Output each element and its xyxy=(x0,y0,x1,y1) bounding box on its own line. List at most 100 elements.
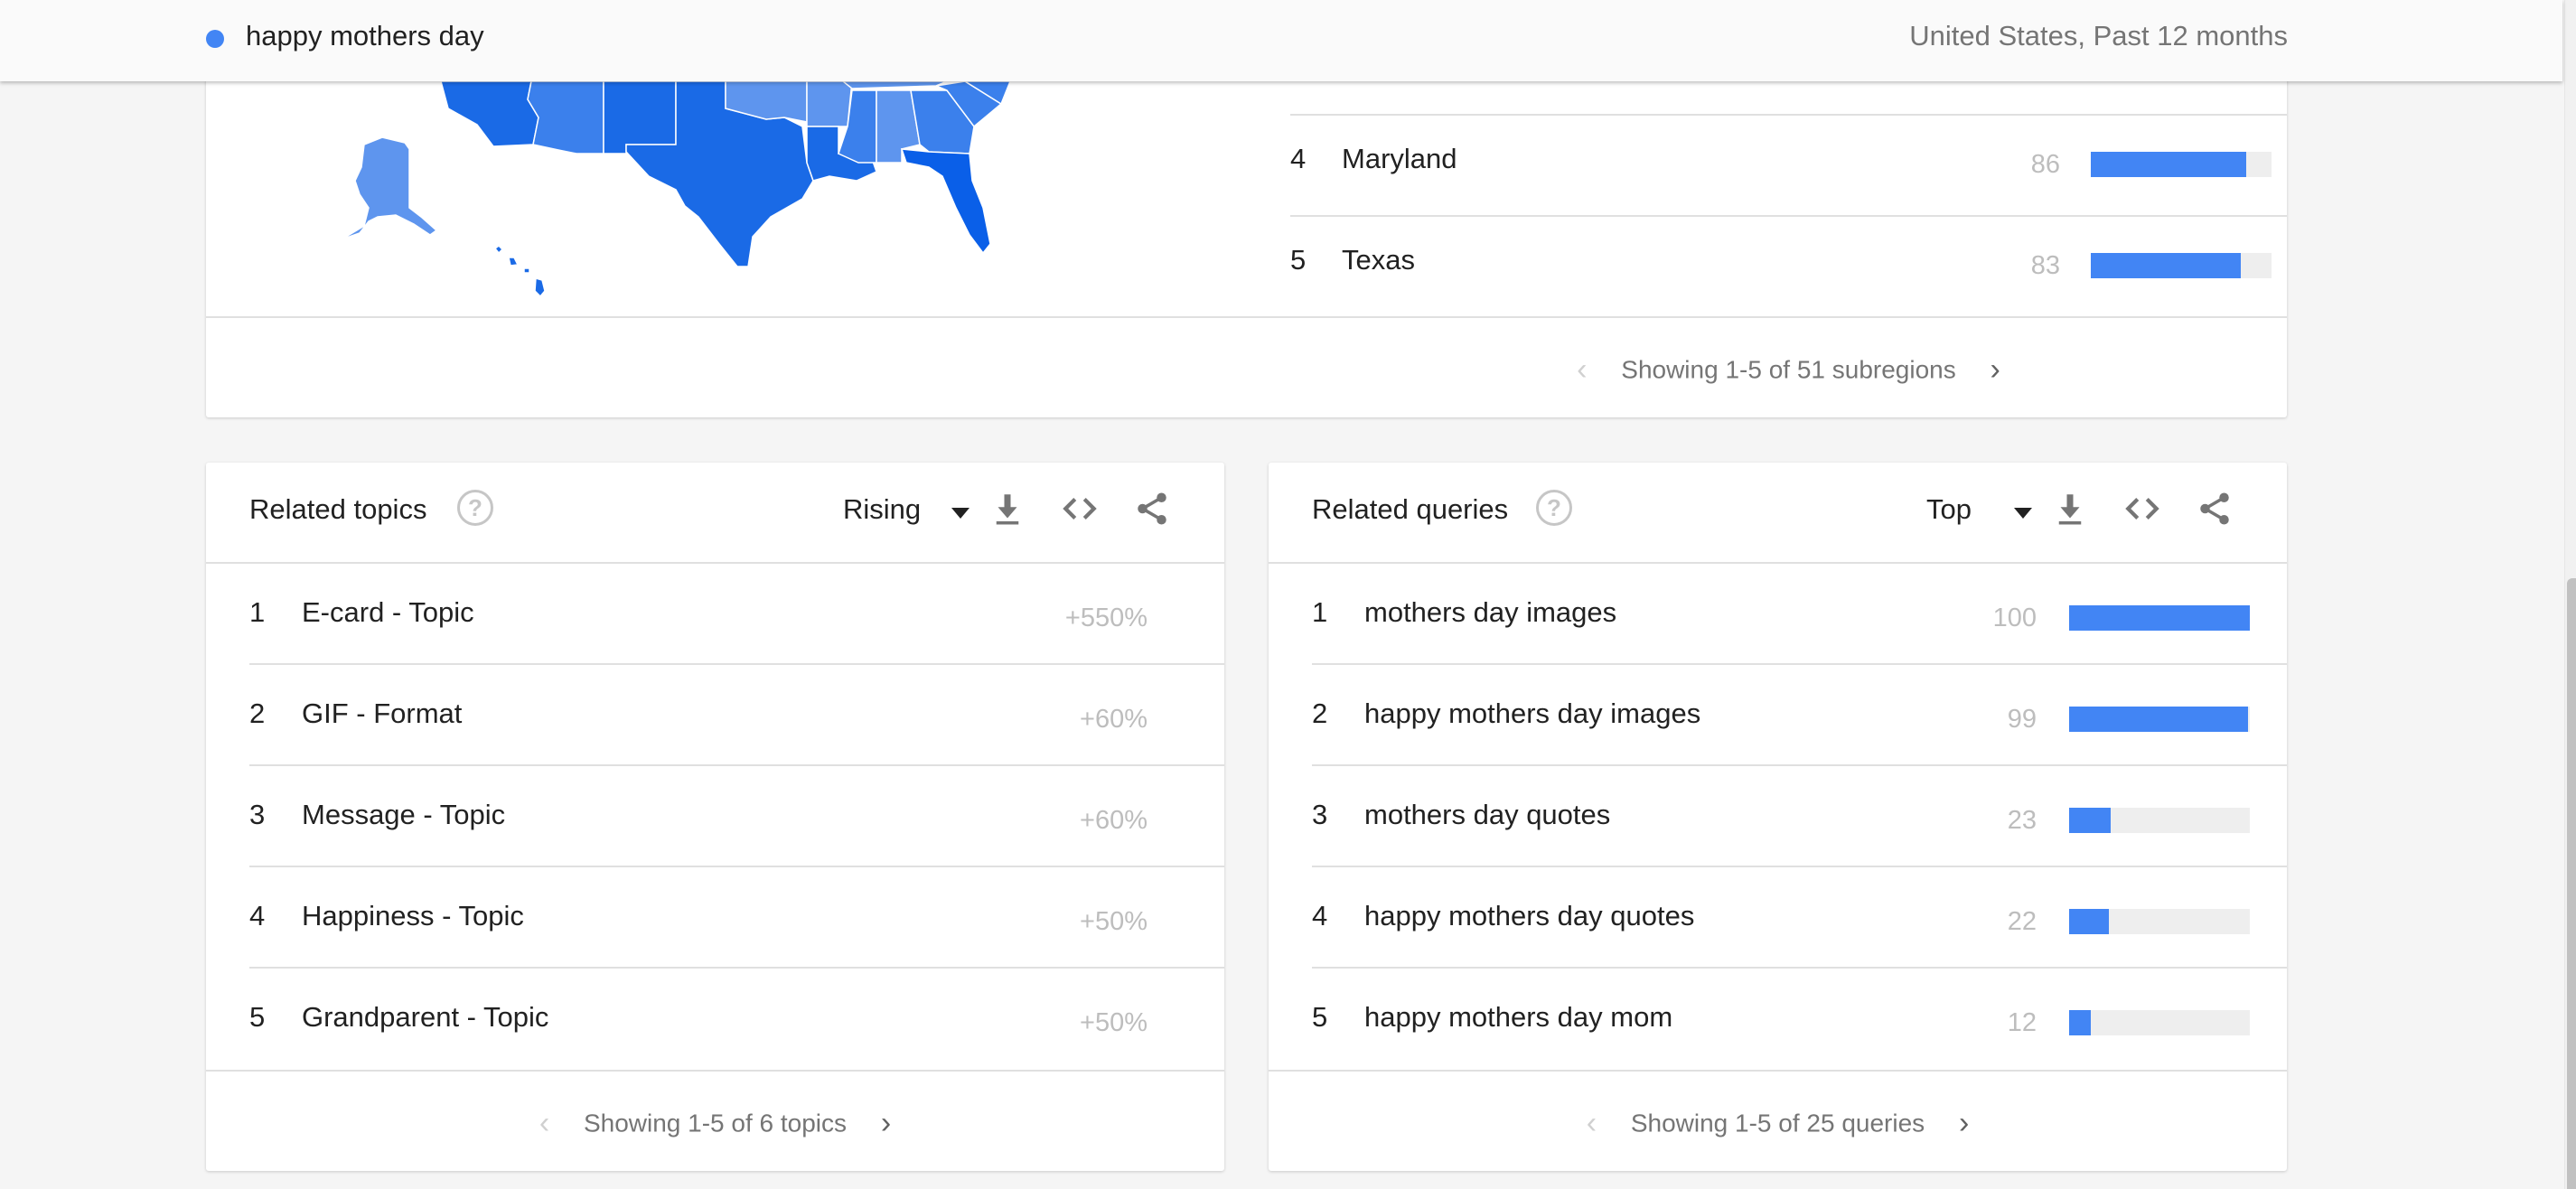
query-row[interactable]: 2 happy mothers day images 99 xyxy=(1269,665,2287,764)
embed-code-icon[interactable] xyxy=(2123,490,2161,528)
subregion-pager: ‹ Showing 1-5 of 51 subregions › xyxy=(1290,352,2287,388)
row-name[interactable]: Happiness - Topic xyxy=(302,900,524,932)
topic-row[interactable]: 3 Message - Topic +60% xyxy=(206,766,1224,866)
row-value: 86 xyxy=(2030,150,2060,179)
row-value: 83 xyxy=(2030,251,2060,280)
value-bar-fill xyxy=(2091,253,2241,278)
row-name[interactable]: Message - Topic xyxy=(302,799,505,831)
row-value: 100 xyxy=(1992,604,2037,632)
subregion-row[interactable]: 5 Texas 83 xyxy=(1290,217,2287,316)
interest-by-subregion-card: 4 Maryland 86 5 Texas 83 ‹ Showing 1-5 o… xyxy=(206,36,2287,417)
search-term-label[interactable]: happy mothers day xyxy=(246,20,484,52)
subregion-row[interactable]: 4 Maryland 86 xyxy=(1290,116,2287,215)
row-name[interactable]: happy mothers day mom xyxy=(1364,1001,1672,1034)
card-title: Related topics xyxy=(249,493,427,525)
row-name[interactable]: Grandparent - Topic xyxy=(302,1001,548,1034)
value-bar xyxy=(2069,1010,2250,1035)
topic-row[interactable]: 1 E-card - Topic +550% xyxy=(206,564,1224,663)
pager-prev-icon[interactable]: ‹ xyxy=(539,1106,549,1141)
topic-row[interactable]: 2 GIF - Format +60% xyxy=(206,665,1224,764)
row-rank: 3 xyxy=(1312,799,1328,830)
row-value: 12 xyxy=(2007,1008,2037,1037)
row-name[interactable]: GIF - Format xyxy=(302,697,462,730)
row-name[interactable]: mothers day images xyxy=(1364,596,1616,629)
divider xyxy=(1269,1070,2287,1072)
download-icon[interactable] xyxy=(2051,490,2089,528)
subregion-list: 4 Maryland 86 5 Texas 83 xyxy=(1290,36,2287,354)
map-state-tennessee xyxy=(841,81,948,89)
row-name[interactable]: E-card - Topic xyxy=(302,596,474,629)
map-state-arizona xyxy=(527,81,604,154)
row-rank: 2 xyxy=(1312,697,1328,729)
pager-prev-icon[interactable]: ‹ xyxy=(1577,352,1587,388)
pager-next-icon[interactable]: › xyxy=(881,1106,891,1141)
map-state-new-mexico xyxy=(603,81,677,154)
map-state-california xyxy=(440,81,539,147)
row-rank: 5 xyxy=(249,1001,266,1033)
topic-row[interactable]: 5 Grandparent - Topic +50% xyxy=(206,969,1224,1068)
mode-select[interactable]: Top xyxy=(1926,493,1972,526)
row-name[interactable]: happy mothers day quotes xyxy=(1364,900,1694,932)
value-bar-fill xyxy=(2069,909,2109,934)
pager-text: Showing 1-5 of 51 subregions xyxy=(1621,355,1956,384)
row-value: +50% xyxy=(1080,1008,1147,1037)
card-title: Related queries xyxy=(1312,493,1509,525)
query-row[interactable]: 4 happy mothers day quotes 22 xyxy=(1269,867,2287,967)
row-value: 99 xyxy=(2007,705,2037,734)
row-value: 23 xyxy=(2007,806,2037,835)
row-rank: 4 xyxy=(1312,900,1328,932)
row-value: +60% xyxy=(1080,705,1147,734)
row-value: +60% xyxy=(1080,806,1147,835)
value-bar xyxy=(2091,253,2272,278)
chevron-down-icon[interactable] xyxy=(2014,508,2032,519)
us-choropleth-map[interactable] xyxy=(206,81,1245,354)
search-term-color-dot xyxy=(206,30,224,48)
value-bar-fill xyxy=(2069,605,2250,631)
value-bar xyxy=(2091,152,2272,177)
embed-code-icon[interactable] xyxy=(1061,490,1099,528)
row-rank: 4 xyxy=(249,900,266,932)
chevron-down-icon[interactable] xyxy=(951,508,970,519)
row-rank: 1 xyxy=(1312,596,1328,628)
map-state-florida xyxy=(900,148,991,255)
pager-next-icon[interactable]: › xyxy=(1959,1106,1969,1141)
value-bar-fill xyxy=(2069,707,2248,732)
share-icon[interactable] xyxy=(1133,490,1171,528)
row-name[interactable]: Maryland xyxy=(1342,143,1457,175)
map-state-arkansas xyxy=(806,81,853,127)
row-value: +50% xyxy=(1080,907,1147,936)
row-name[interactable]: mothers day quotes xyxy=(1364,799,1610,831)
related-queries-card: Related queries ? Top 1 mothers day image… xyxy=(1269,463,2287,1171)
pager-text: Showing 1-5 of 25 queries xyxy=(1630,1109,1925,1138)
topic-row[interactable]: 4 Happiness - Topic +50% xyxy=(206,867,1224,967)
row-value: 22 xyxy=(2007,907,2037,936)
pager-text: Showing 1-5 of 6 topics xyxy=(583,1109,848,1138)
row-name[interactable]: happy mothers day images xyxy=(1364,697,1700,730)
divider xyxy=(206,316,2287,318)
map-state-hawaii xyxy=(493,245,546,298)
value-bar-fill xyxy=(2069,1010,2091,1035)
download-icon[interactable] xyxy=(988,490,1026,528)
help-icon[interactable]: ? xyxy=(457,490,493,526)
value-bar-fill xyxy=(2069,808,2111,833)
query-row[interactable]: 3 mothers day quotes 23 xyxy=(1269,766,2287,866)
share-icon[interactable] xyxy=(2196,490,2234,528)
pager-prev-icon[interactable]: ‹ xyxy=(1587,1106,1597,1141)
topics-pager: ‹ Showing 1-5 of 6 topics › xyxy=(206,1106,1224,1141)
row-rank: 2 xyxy=(249,697,266,729)
row-name[interactable]: Texas xyxy=(1342,244,1415,276)
scope-label: United States, Past 12 months xyxy=(1909,20,2288,51)
scrollbar-thumb[interactable] xyxy=(2567,578,2576,1189)
value-bar xyxy=(2069,808,2250,833)
value-bar xyxy=(2069,707,2250,732)
query-row[interactable]: 5 happy mothers day mom 12 xyxy=(1269,969,2287,1068)
value-bar xyxy=(2069,909,2250,934)
related-topics-card: Related topics ? Rising 1 E-card - Topic +… xyxy=(206,463,1224,1171)
pager-next-icon[interactable]: › xyxy=(1991,352,2000,388)
row-rank: 1 xyxy=(249,596,266,628)
value-bar xyxy=(2069,605,2250,631)
query-row[interactable]: 1 mothers day images 100 xyxy=(1269,564,2287,663)
help-icon[interactable]: ? xyxy=(1536,490,1572,526)
queries-pager: ‹ Showing 1-5 of 25 queries › xyxy=(1269,1106,2287,1141)
mode-select[interactable]: Rising xyxy=(843,493,921,526)
